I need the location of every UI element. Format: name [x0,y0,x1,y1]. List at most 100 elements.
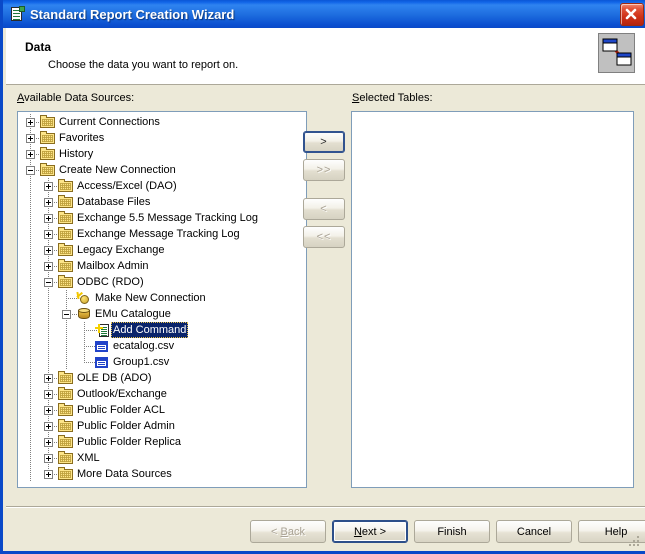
tree-item[interactable]: Exchange 5.5 Message Tracking Log [18,210,306,226]
tree-item[interactable]: Access/Excel (DAO) [18,178,306,194]
tree-item[interactable]: Favorites [18,130,306,146]
expand-icon[interactable] [44,198,53,207]
tree-item[interactable]: ecatalog.csv [18,338,306,354]
selected-label-text: elected Tables: [359,92,432,104]
cancel-button[interactable]: Cancel [496,520,572,543]
back-button: < Back [250,520,326,543]
expand-icon[interactable] [44,454,53,463]
tree-item[interactable]: Public Folder Admin [18,418,306,434]
tree-guide-line [48,306,49,322]
button-label: Next > [354,526,386,538]
tree-guide-line [48,338,49,354]
folder-icon [58,403,74,417]
tree-item[interactable]: EMu Catalogue [18,306,306,322]
tree-item[interactable]: Database Files [18,194,306,210]
tree-guide-line [30,226,31,242]
tree-guide-line [30,194,31,210]
tree-guide-line [30,418,31,434]
add-selected-button[interactable]: > [303,131,345,153]
tree-item[interactable]: History [18,146,306,162]
tree-item[interactable]: More Data Sources [18,466,306,482]
expand-icon[interactable] [44,182,53,191]
tree-guide-line [30,354,31,370]
tree-item-label: ODBC (RDO) [75,274,146,290]
available-data-sources-tree[interactable]: Current ConnectionsFavoritesHistoryCreat… [17,111,307,488]
close-icon[interactable] [620,3,644,26]
tree-item-label: ecatalog.csv [111,338,176,354]
expand-icon[interactable] [26,118,35,127]
tree-item-label: XML [75,450,102,466]
button-label: < Back [271,526,305,538]
tree-item[interactable]: Mailbox Admin [18,258,306,274]
expand-icon[interactable] [44,470,53,479]
wizard-header: Data Choose the data you want to report … [6,28,645,85]
tree-item[interactable]: Legacy Exchange [18,242,306,258]
tree-guide-line [30,370,31,386]
folder-icon [58,195,74,209]
tree-item[interactable]: Outlook/Exchange [18,386,306,402]
tree-guide-line [30,242,31,258]
expand-icon[interactable] [44,214,53,223]
tree-item-label: Legacy Exchange [75,242,166,258]
tree-item[interactable]: Public Folder ACL [18,402,306,418]
tree-item[interactable]: ODBC (RDO) [18,274,306,290]
selected-tables-list[interactable] [351,111,634,488]
tree-guide-line [66,322,67,338]
tree-item[interactable]: Group1.csv [18,354,306,370]
tree-guide-line [30,306,31,322]
collapse-icon[interactable] [26,166,35,175]
tree-item[interactable]: Public Folder Replica [18,434,306,450]
folder-icon [40,147,56,161]
tree-item-label: Make New Connection [93,290,208,306]
resize-grip-icon[interactable] [629,536,641,548]
tree-item[interactable]: OLE DB (ADO) [18,370,306,386]
folder-icon [58,371,74,385]
expand-icon[interactable] [44,422,53,431]
tree-item[interactable]: Add Command [18,322,306,338]
tree-guide-line [30,434,31,450]
expand-icon[interactable] [44,230,53,239]
tree-item[interactable]: XML [18,450,306,466]
wizard-body: Available Data Sources: Selected Tables:… [6,85,645,506]
tree-guide-line [30,178,31,194]
tree-guide-line [30,386,31,402]
tree-guide-line [30,274,31,290]
transfer-button-group: >>><<< [303,129,347,251]
tree-guide-line [30,322,31,338]
collapse-icon[interactable] [62,310,71,319]
tree-item[interactable]: Create New Connection [18,162,306,178]
tree-item[interactable]: Current Connections [18,114,306,130]
tree-item-label: OLE DB (ADO) [75,370,154,386]
expand-icon[interactable] [44,374,53,383]
expand-icon[interactable] [44,438,53,447]
tree-item[interactable]: Make New Connection [18,290,306,306]
tree-item[interactable]: Exchange Message Tracking Log [18,226,306,242]
finish-button[interactable]: Finish [414,520,490,543]
add-all-button: >> [303,159,345,181]
database-icon [76,307,92,321]
table-icon [94,355,110,369]
tree-guide-line [30,450,31,466]
folder-icon [40,163,56,177]
expand-icon[interactable] [26,150,35,159]
tree-guide-line [30,402,31,418]
report-document-icon [9,6,25,22]
expand-icon[interactable] [44,246,53,255]
expand-icon[interactable] [44,390,53,399]
remove-selected-button: < [303,198,345,220]
tree-item-label: Group1.csv [111,354,171,370]
collapse-icon[interactable] [44,278,53,287]
new-connection-icon [76,291,92,305]
tree-item-label: Current Connections [57,114,162,130]
tree-item-label: Favorites [57,130,106,146]
wizard-footer: < BackNext >FinishCancelHelp [6,508,645,551]
next-button[interactable]: Next > [332,520,408,543]
expand-icon[interactable] [44,406,53,415]
tree-guide-line [30,466,31,482]
tree-item-label: Add Command [111,322,188,338]
page-subtitle: Choose the data you want to report on. [48,59,238,71]
expand-icon[interactable] [44,262,53,271]
tree-item-label: Public Folder Replica [75,434,183,450]
expand-icon[interactable] [26,134,35,143]
folder-icon [58,259,74,273]
